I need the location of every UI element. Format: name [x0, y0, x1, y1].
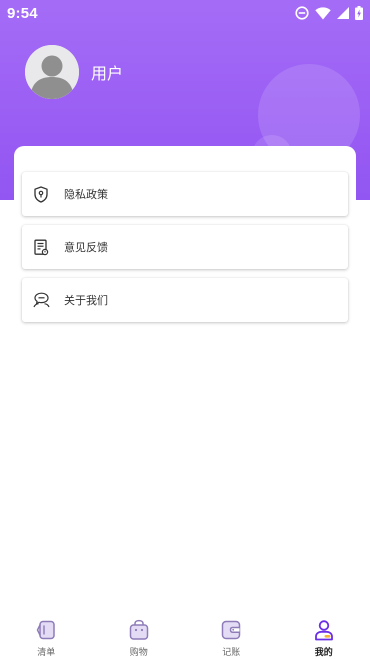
nav-label: 我的: [314, 648, 333, 658]
menu-item-label: 意见反馈: [64, 241, 108, 254]
chat-people-icon: [32, 291, 50, 309]
nav-label: 记账: [222, 648, 241, 658]
signal-icon: [337, 7, 349, 19]
feedback-document-icon: [32, 238, 50, 256]
status-icons: [295, 6, 363, 20]
nav-tab-list[interactable]: 清单: [0, 610, 93, 659]
username: 用户: [91, 64, 124, 83]
status-bar: 9:54: [0, 0, 370, 26]
user-icon: [312, 618, 336, 642]
status-time: 9:54: [7, 4, 38, 22]
wifi-icon: [315, 6, 331, 20]
dnd-icon: [295, 6, 309, 20]
wallet-icon: [219, 618, 243, 642]
nav-tab-shopping[interactable]: 购物: [93, 610, 186, 659]
menu-item-label: 隐私政策: [64, 188, 108, 201]
profile-section[interactable]: 用户: [25, 45, 123, 99]
nav-tab-mine[interactable]: 我的: [278, 610, 370, 659]
menu-item-feedback[interactable]: 意见反馈: [22, 225, 348, 269]
menu-item-privacy-policy[interactable]: 隐私政策: [22, 172, 348, 216]
battery-charging-icon: [355, 6, 363, 20]
shopping-bag-icon: [127, 618, 151, 642]
nav-label: 清单: [37, 648, 56, 658]
nav-tab-bookkeeping[interactable]: 记账: [185, 610, 278, 659]
shield-icon: [32, 185, 50, 203]
menu-item-label: 关于我们: [64, 294, 108, 307]
bottom-navigation: 清单 购物 记账 我的: [0, 610, 370, 659]
list-icon: [34, 618, 58, 642]
default-avatar-icon[interactable]: [25, 45, 79, 99]
menu-item-about-us[interactable]: 关于我们: [22, 278, 348, 322]
nav-label: 购物: [129, 648, 148, 658]
